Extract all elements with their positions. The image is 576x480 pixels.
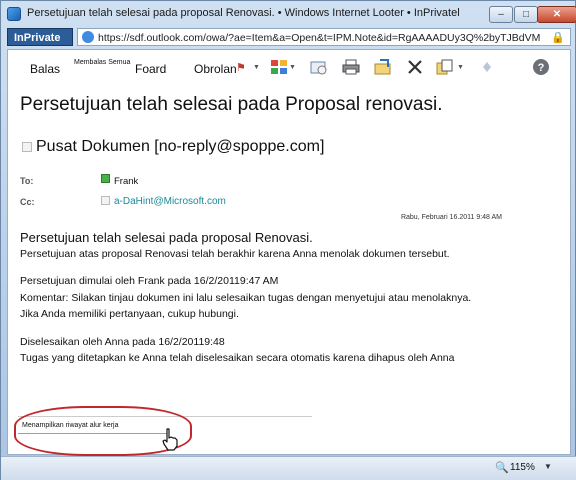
message-datetime: Rabu, Februari 16.2011 9:48 AM <box>400 214 502 221</box>
url-field[interactable]: https://sdf.outlook.com/owa/?ae=Item&a=O… <box>77 28 571 46</box>
page-content: Balas Membalas Semua Foard Obrolan ⚑ ▼ ▼ <box>7 49 571 456</box>
body-line: Persetujuan atas proposal Renovasi telah… <box>20 248 450 260</box>
body-comment: Komentar: Silakan tinjau dokumen ini lal… <box>20 292 472 304</box>
sender-checkbox-icon <box>22 142 32 152</box>
forward-button[interactable]: Foard <box>135 62 166 76</box>
maximize-button[interactable]: □ <box>514 6 538 23</box>
help-icon[interactable]: ? <box>532 58 550 76</box>
next-icon[interactable] <box>478 59 496 75</box>
body-tasks: Tugas yang ditetapkan ke Anna telah dise… <box>20 352 455 364</box>
message-sender[interactable]: Pusat Dokumen [no-reply@spoppe.com] <box>36 138 324 156</box>
chevron-down-icon[interactable]: ▼ <box>289 64 296 71</box>
reply-button[interactable]: Balas <box>30 62 60 76</box>
chevron-down-icon[interactable]: ▼ <box>544 462 552 471</box>
delete-icon[interactable] <box>406 59 424 75</box>
zoom-icon[interactable]: 🔍 <box>495 461 509 474</box>
reply-all-button[interactable]: Membalas Semua <box>74 59 130 66</box>
url-text[interactable]: https://sdf.outlook.com/owa/?ae=Item&a=O… <box>98 32 550 44</box>
body-heading: Persetujuan telah selesai pada proposal … <box>20 230 313 245</box>
chevron-down-icon[interactable]: ▼ <box>253 64 260 71</box>
print-icon[interactable] <box>342 59 360 75</box>
flag-icon[interactable]: ⚑ <box>236 61 246 74</box>
presence-icon <box>101 196 110 205</box>
address-bar: InPrivate https://sdf.outlook.com/owa/?a… <box>7 28 571 46</box>
svg-text:?: ? <box>538 62 545 74</box>
window-title: Persetujuan telah selesai pada proposal … <box>27 7 460 19</box>
meeting-icon[interactable] <box>310 59 328 75</box>
chat-button[interactable]: Obrolan <box>194 62 237 76</box>
browser-icon <box>7 7 21 21</box>
message-toolbar: Balas Membalas Semua Foard Obrolan ⚑ ▼ ▼ <box>8 50 570 86</box>
body-completed: Diselesaikan oleh Anna pada 16/2/20119:4… <box>20 336 225 348</box>
browser-window: Persetujuan telah selesai pada proposal … <box>0 0 576 480</box>
copy-icon[interactable] <box>436 59 454 75</box>
cc-recipient[interactable]: a-DaHint@Microsoft.com <box>114 196 226 207</box>
close-button[interactable]: ✕ <box>537 6 576 23</box>
cc-label: Cc: <box>20 197 35 207</box>
presence-icon <box>101 174 110 183</box>
inprivate-badge[interactable]: InPrivate <box>7 28 73 46</box>
zoom-level[interactable]: 115% <box>510 462 535 473</box>
hand-cursor-icon <box>162 428 178 451</box>
site-icon <box>82 31 94 43</box>
move-icon[interactable] <box>374 59 392 75</box>
status-bar: 🔍 115% ▼ <box>1 456 576 480</box>
chevron-down-icon[interactable]: ▼ <box>457 64 464 71</box>
body-contact: Jika Anda memiliki pertanyaan, cukup hub… <box>20 308 239 320</box>
to-recipient[interactable]: Frank <box>114 176 138 187</box>
body-started: Persetujuan dimulai oleh Frank pada 16/2… <box>20 275 279 287</box>
categories-icon[interactable] <box>270 59 288 75</box>
message-subject: Persetujuan telah selesai pada Proposal … <box>20 94 443 115</box>
minimize-button[interactable]: – <box>489 6 513 23</box>
to-label: To: <box>20 176 34 186</box>
title-bar: Persetujuan telah selesai pada proposal … <box>1 1 576 27</box>
lock-icon[interactable]: 🔒 <box>551 31 565 44</box>
